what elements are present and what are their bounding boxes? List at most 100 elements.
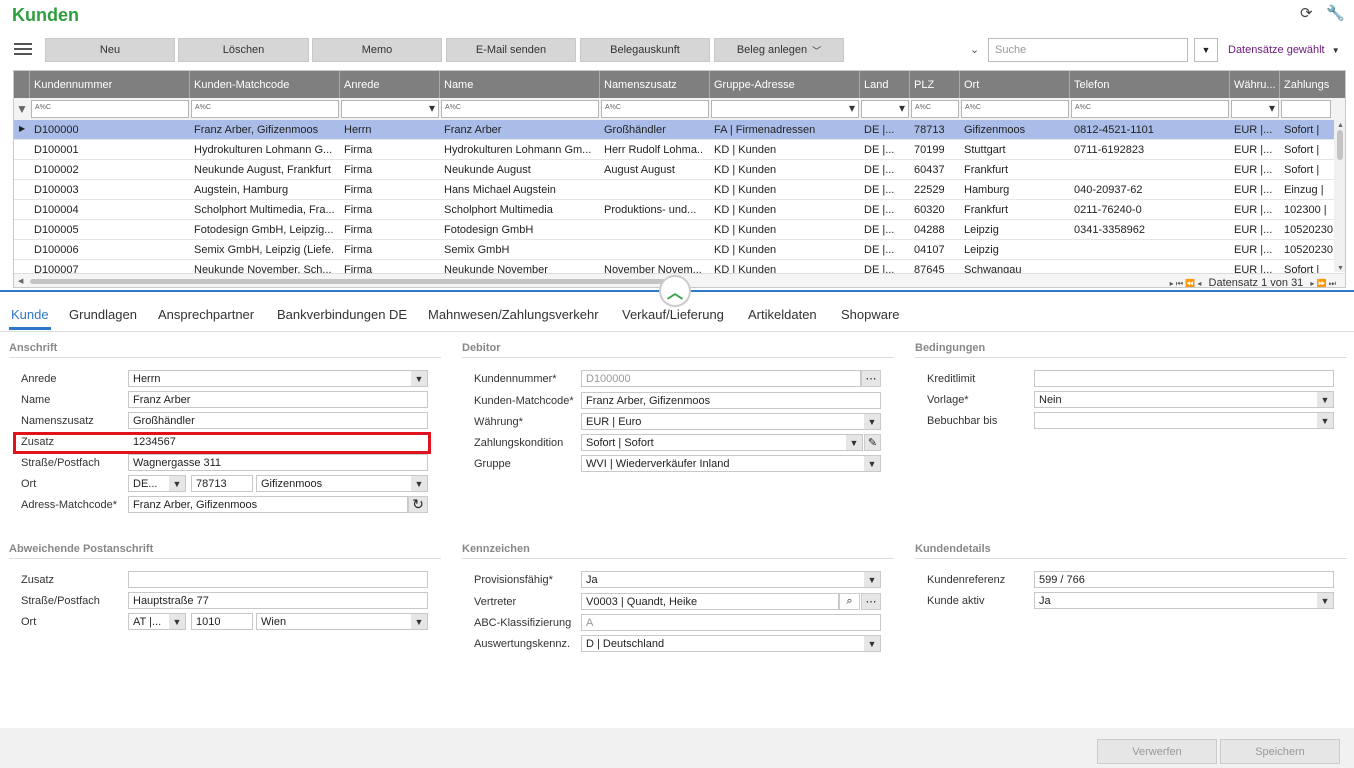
filter-ort[interactable]: A%C	[961, 100, 1069, 118]
search-icon[interactable]: ⌕	[839, 593, 860, 610]
tab-shopware[interactable]: Shopware	[841, 307, 900, 322]
table-row[interactable]: D100003 Augstein, Hamburg Firma Hans Michae…	[14, 180, 1334, 200]
table-row[interactable]: D100002 Neukunde August, Frankfurt Firma Ne…	[14, 160, 1334, 180]
strasse-field[interactable]: Wagnergasse 311	[128, 454, 428, 471]
auswertung-select[interactable]: D | Deutschland ▼	[581, 635, 881, 652]
tab-bankverbindungen[interactable]: Bankverbindungen DE	[277, 307, 407, 322]
col-plz[interactable]: PLZ	[910, 71, 960, 98]
expand-search-icon[interactable]: ⌄	[970, 43, 979, 56]
discard-button[interactable]: Verwerfen	[1097, 739, 1217, 764]
table-cell: Neukunde August	[444, 164, 531, 176]
filter-telefon[interactable]: A%C	[1071, 100, 1229, 118]
kunde-aktiv-select[interactable]: Ja ▼	[1034, 592, 1334, 609]
tab-kunde[interactable]: Kunde	[11, 307, 49, 322]
label-zahlungskondition: Zahlungskondition	[474, 437, 564, 449]
filter-dropdown-icon[interactable]: ▼	[1194, 38, 1218, 62]
kundennummer-field[interactable]: D100000	[581, 370, 861, 387]
tab-verkauf-lieferung[interactable]: Verkauf/Lieferung	[622, 307, 724, 322]
more-dots-icon[interactable]: ⋯	[861, 370, 881, 387]
filter-namenszusatz[interactable]: A%C	[601, 100, 709, 118]
post-zusatz-field[interactable]	[128, 571, 428, 588]
post-plz-field[interactable]: 1010	[191, 613, 253, 630]
beleg-anlegen-button[interactable]: Beleg anlegen ﹀	[714, 38, 844, 62]
tab-artikeldaten[interactable]: Artikeldaten	[748, 307, 817, 322]
tab-ansprechpartner[interactable]: Ansprechpartner	[158, 307, 254, 322]
tab-grundlagen[interactable]: Grundlagen	[69, 307, 137, 322]
col-namenszusatz[interactable]: Namenszusatz	[600, 71, 710, 98]
post-ort-select[interactable]: Wien ▼	[256, 613, 428, 630]
anrede-select[interactable]: Herrn ▼	[128, 370, 428, 387]
refresh-icon[interactable]: ⟳	[1300, 4, 1313, 22]
col-anrede[interactable]: Anrede	[340, 71, 440, 98]
filter-land[interactable]	[861, 100, 909, 118]
table-row[interactable]: D100006 Semix GmbH, Leipzig (Liefe... Firm…	[14, 240, 1334, 260]
col-waehrung[interactable]: Währu...	[1230, 71, 1280, 98]
regenerate-icon[interactable]: ↻	[408, 496, 428, 513]
waehrung-select[interactable]: EUR | Euro ▼	[581, 413, 881, 430]
dropdown-arrow-icon: ▼	[1317, 593, 1333, 608]
kundenreferenz-field[interactable]: 599 / 766	[1034, 571, 1334, 588]
dropdown-arrow-icon: ▼	[864, 456, 880, 471]
dropdown-arrow-icon: ▼	[169, 614, 185, 629]
col-zahlung[interactable]: Zahlungs	[1280, 71, 1345, 98]
name-field[interactable]: Franz Arber	[128, 391, 428, 408]
col-gruppe-adresse[interactable]: Gruppe-Adresse	[710, 71, 860, 98]
filter-anrede[interactable]	[341, 100, 439, 118]
filter-zahlung[interactable]	[1281, 100, 1331, 118]
post-land-select[interactable]: AT |... ▼	[128, 613, 186, 630]
gruppe-select[interactable]: WVI | Wiederverkäufer Inland ▼	[581, 455, 881, 472]
save-button[interactable]: Speichern	[1220, 739, 1340, 764]
table-cell: DE |...	[864, 164, 895, 176]
col-ort[interactable]: Ort	[960, 71, 1070, 98]
adress-matchcode-field[interactable]: Franz Arber, Gifizenmoos	[128, 496, 408, 513]
filter-kunden-matchcode[interactable]: A%C	[191, 100, 339, 118]
email-button[interactable]: E-Mail senden	[446, 38, 576, 62]
table-row[interactable]: D100001 Hydrokulturen Lohmann G... Firma Hy…	[14, 140, 1334, 160]
tab-mahnwesen[interactable]: Mahnwesen/Zahlungsverkehr	[428, 307, 599, 322]
wrench-icon[interactable]: 🔧	[1326, 4, 1345, 22]
datasets-selected-link[interactable]: Datensätze gewählt ▼	[1228, 44, 1340, 56]
delete-button[interactable]: Löschen	[178, 38, 309, 62]
edit-pencil-icon[interactable]: ✎	[864, 434, 881, 451]
pager-next-icons[interactable]: ▸ ⏩ ⏭	[1310, 279, 1336, 287]
col-kundennummer[interactable]: Kundennummer	[30, 71, 190, 98]
kreditlimit-field[interactable]	[1034, 370, 1334, 387]
vorlage-select[interactable]: Nein ▼	[1034, 391, 1334, 408]
dropdown-arrow-icon: ▼	[411, 371, 427, 386]
table-row[interactable]: D100005 Fotodesign GmbH, Leipzig... Firma F…	[14, 220, 1334, 240]
vertreter-field[interactable]: V0003 | Quandt, Heike	[581, 593, 839, 610]
namenszusatz-field[interactable]: Großhändler	[128, 412, 428, 429]
ort-select[interactable]: Gifizenmoos ▼	[256, 475, 428, 492]
hamburger-menu-icon[interactable]	[14, 40, 32, 58]
collapse-grid-chevron-up-icon[interactable]: ︿	[659, 275, 691, 307]
table-cell: DE |...	[864, 184, 895, 196]
new-button[interactable]: Neu	[45, 38, 175, 62]
provision-select[interactable]: Ja ▼	[581, 571, 881, 588]
search-input[interactable]	[988, 38, 1188, 62]
col-name[interactable]: Name	[440, 71, 600, 98]
pager-prev-icons[interactable]: ▸ ⏮ ⏪ ◂	[1170, 279, 1202, 287]
more-dots-icon[interactable]: ⋯	[861, 593, 881, 610]
filter-kundennummer[interactable]: A%C	[31, 100, 189, 118]
filter-waehrung[interactable]	[1231, 100, 1279, 118]
table-row[interactable]: D100004 Scholphort Multimedia, Fra... Firm…	[14, 200, 1334, 220]
memo-button[interactable]: Memo	[312, 38, 442, 62]
belegauskunft-button[interactable]: Belegauskunft	[580, 38, 710, 62]
table-row[interactable]: ▶ D100000 Franz Arber, Gifizenmoos Herrn Fra…	[14, 120, 1334, 140]
col-kunden-matchcode[interactable]: Kunden-Matchcode	[190, 71, 340, 98]
bebuchbar-select[interactable]: ▼	[1034, 412, 1334, 429]
kunden-matchcode-field[interactable]: Franz Arber, Gifizenmoos	[581, 392, 881, 409]
filter-gruppe-adresse[interactable]	[711, 100, 859, 118]
plz-field[interactable]: 78713	[191, 475, 253, 492]
col-land[interactable]: Land	[860, 71, 910, 98]
table-cell: 04107	[914, 244, 945, 256]
post-strasse-field[interactable]: Hauptstraße 77	[128, 592, 428, 609]
filter-plz[interactable]: A%C	[911, 100, 959, 118]
abc-field[interactable]: A	[581, 614, 881, 631]
land-select[interactable]: DE... ▼	[128, 475, 186, 492]
filter-name[interactable]: A%C	[441, 100, 599, 118]
zahlungskondition-select[interactable]: Sofort | Sofort ▼	[581, 434, 863, 451]
section-bedingungen: Bedingungen	[915, 342, 986, 354]
col-telefon[interactable]: Telefon	[1070, 71, 1230, 98]
vertical-scrollbar[interactable]: ▲ ▼	[1334, 120, 1345, 272]
